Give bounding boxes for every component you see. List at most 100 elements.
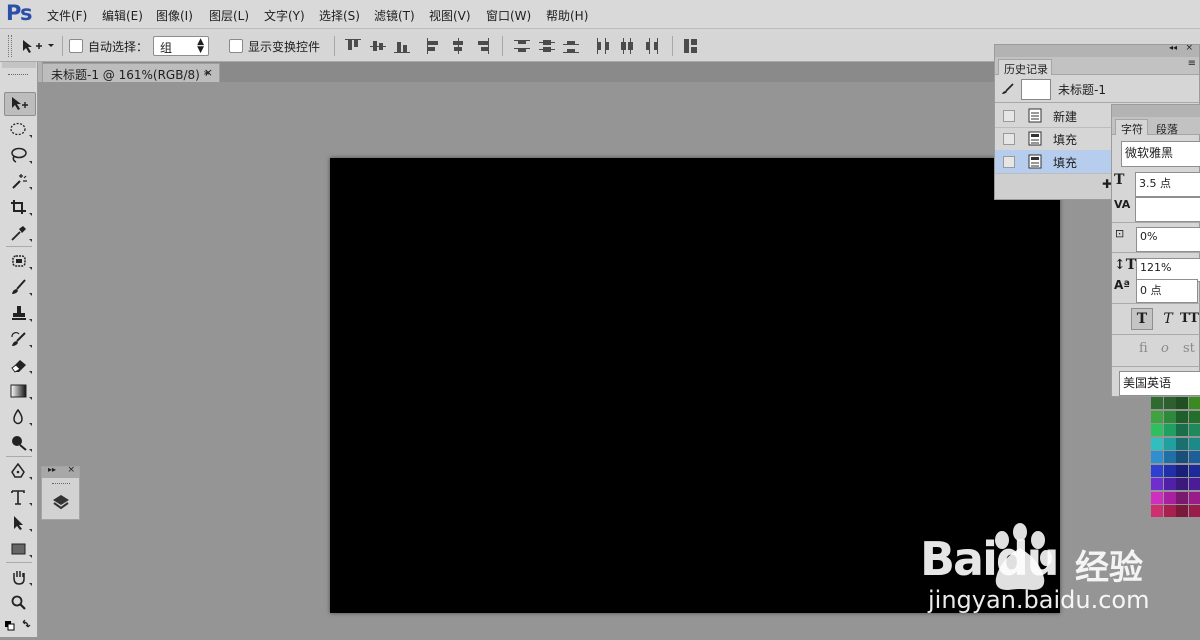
hand-tool[interactable] [4, 566, 34, 588]
tab-paragraph[interactable]: 段落 [1152, 120, 1188, 135]
panel-header[interactable]: ◂◂ × [995, 45, 1199, 57]
align-vcenter-icon[interactable] [370, 38, 386, 54]
color-swatch[interactable] [1189, 424, 1200, 436]
auto-select-checkbox[interactable] [69, 39, 83, 53]
tracking-field[interactable]: 0% [1136, 227, 1200, 252]
align-right-icon[interactable] [474, 38, 490, 54]
color-swatch[interactable] [1176, 424, 1188, 436]
color-swatch[interactable] [1164, 411, 1176, 423]
marquee-tool[interactable] [4, 118, 34, 140]
distribute-top-icon[interactable] [514, 38, 530, 54]
color-swatch[interactable] [1176, 492, 1188, 504]
menu-filter[interactable]: 滤镜(T) [374, 7, 415, 24]
menu-view[interactable]: 视图(V) [429, 7, 471, 24]
color-swatch[interactable] [1151, 438, 1163, 450]
distribute-hcenter-icon[interactable] [619, 38, 635, 54]
move-tool[interactable] [4, 92, 36, 116]
auto-align-layers-icon[interactable] [683, 38, 699, 54]
color-swatch[interactable] [1151, 424, 1163, 436]
layers-button[interactable] [51, 493, 71, 513]
color-swatch[interactable] [1164, 478, 1176, 490]
type-tool[interactable] [4, 486, 34, 508]
menu-edit[interactable]: 编辑(E) [102, 7, 143, 24]
color-swatch[interactable] [1151, 492, 1163, 504]
old-style-button[interactable]: o [1161, 341, 1169, 356]
gradient-tool[interactable] [4, 380, 34, 402]
auto-select-dropdown[interactable]: 组 ▲▼ [153, 36, 209, 56]
color-swatch[interactable] [1164, 492, 1176, 504]
color-swatch-controls[interactable] [4, 617, 34, 635]
font-size-field[interactable]: 3.5 点 [1135, 172, 1200, 197]
distribute-left-icon[interactable] [595, 38, 611, 54]
zoom-tool[interactable] [4, 592, 34, 614]
menu-file[interactable]: 文件(F) [47, 7, 87, 24]
color-swatch[interactable] [1189, 478, 1200, 490]
healing-brush-tool[interactable] [4, 250, 34, 272]
kerning-field[interactable] [1135, 197, 1200, 222]
menu-type[interactable]: 文字(Y) [264, 7, 305, 24]
tools-collapse-bar[interactable] [2, 62, 36, 68]
faux-bold-button[interactable]: T [1131, 308, 1153, 330]
crop-tool[interactable] [4, 196, 34, 218]
color-swatch[interactable] [1189, 492, 1200, 504]
color-swatch[interactable] [1189, 397, 1200, 409]
lasso-tool[interactable] [4, 144, 34, 166]
eyedropper-tool[interactable] [4, 222, 34, 244]
history-brush-source-checkbox[interactable] [1003, 156, 1015, 168]
language-dropdown[interactable]: 美国英语 [1119, 371, 1200, 396]
color-swatch[interactable] [1164, 451, 1176, 463]
color-swatch[interactable] [1176, 411, 1188, 423]
align-hcenter-icon[interactable] [450, 38, 466, 54]
color-swatch[interactable] [1164, 465, 1176, 477]
color-swatch[interactable] [1189, 411, 1200, 423]
history-brush-source-checkbox[interactable] [1003, 110, 1015, 122]
color-swatch[interactable] [1164, 424, 1176, 436]
shape-tool[interactable] [4, 538, 34, 560]
history-brush-source-checkbox[interactable] [1003, 133, 1015, 145]
panel-header[interactable]: ▸▸ × [42, 467, 79, 478]
brush-tool[interactable] [4, 276, 34, 298]
history-brush-tool[interactable] [4, 328, 34, 350]
all-caps-button[interactable]: TT [1180, 309, 1200, 329]
color-swatch[interactable] [1176, 451, 1188, 463]
align-left-icon[interactable] [426, 38, 442, 54]
distribute-bottom-icon[interactable] [563, 38, 579, 54]
menu-layer[interactable]: 图层(L) [209, 7, 249, 24]
tool-preset-picker[interactable] [20, 37, 60, 55]
color-swatch[interactable] [1151, 478, 1163, 490]
close-icon[interactable]: × [204, 66, 213, 79]
expand-icon[interactable]: ▸▸ [48, 465, 56, 474]
quick-selection-tool[interactable] [4, 170, 34, 192]
color-swatch[interactable] [1151, 465, 1163, 477]
options-grip[interactable] [8, 35, 12, 57]
menu-select[interactable]: 选择(S) [319, 7, 360, 24]
color-swatch[interactable] [1189, 451, 1200, 463]
panel-header[interactable] [1112, 105, 1200, 117]
faux-italic-button[interactable]: T [1158, 309, 1178, 329]
baseline-shift-field[interactable]: 0 点 [1136, 279, 1198, 303]
color-swatch[interactable] [1176, 478, 1188, 490]
path-selection-tool[interactable] [4, 512, 34, 534]
menu-image[interactable]: 图像(I) [156, 7, 193, 24]
document-tab[interactable]: 未标题-1 @ 161%(RGB/8) * × [42, 63, 220, 82]
dodge-tool[interactable] [4, 432, 34, 454]
clone-stamp-tool[interactable] [4, 302, 34, 324]
distribute-vcenter-icon[interactable] [539, 38, 555, 54]
color-swatch[interactable] [1164, 397, 1176, 409]
history-snapshot[interactable]: 未标题-1 [995, 76, 1199, 103]
align-bottom-icon[interactable] [394, 38, 410, 54]
color-swatch[interactable] [1176, 465, 1188, 477]
tab-history[interactable]: 历史记录 [998, 59, 1052, 75]
color-swatch[interactable] [1151, 411, 1163, 423]
align-top-icon[interactable] [345, 38, 361, 54]
blur-tool[interactable] [4, 406, 34, 428]
discretionary-ligatures-button[interactable]: st [1183, 341, 1195, 356]
panel-menu-icon[interactable]: ≡ [1188, 58, 1196, 69]
color-swatch[interactable] [1189, 465, 1200, 477]
collapse-icon[interactable]: ◂◂ [1169, 43, 1177, 52]
ligatures-button[interactable]: fi [1139, 341, 1148, 356]
color-swatch[interactable] [1189, 438, 1200, 450]
close-icon[interactable]: × [1185, 43, 1193, 53]
color-swatch[interactable] [1164, 438, 1176, 450]
close-icon[interactable]: × [67, 465, 75, 475]
